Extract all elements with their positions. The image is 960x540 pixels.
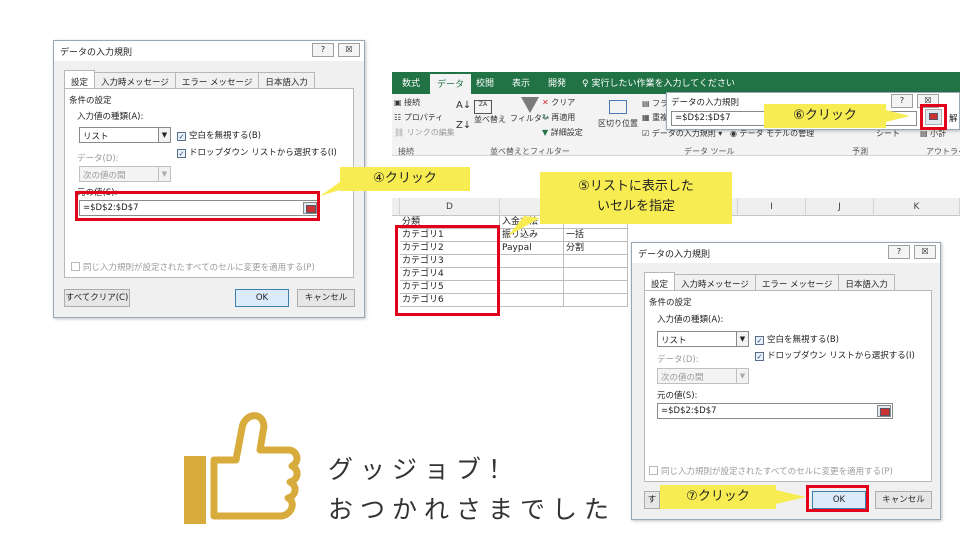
callout-step-6: ⑥クリック xyxy=(764,104,886,128)
thumbs-up-icon xyxy=(184,412,301,524)
callout-step-7: ⑦クリック xyxy=(660,485,776,509)
callout-5-pointer xyxy=(508,216,540,236)
callout-4-pointer xyxy=(320,182,340,196)
callout-6-pointer xyxy=(886,110,910,122)
callout-step-5-line2: いセルを指定 xyxy=(596,199,675,214)
callout-step-4: ④クリック xyxy=(340,167,470,191)
good-job-text: グッジョブ！ xyxy=(328,455,521,484)
callout-7-pointer xyxy=(776,490,806,504)
callout-step-5: ⑤リストに表示した いセルを指定 xyxy=(540,172,732,224)
callout-step-5-line1: ⑤リストに表示した xyxy=(578,179,694,194)
thanks-text: おつかれさまでした xyxy=(328,495,617,524)
